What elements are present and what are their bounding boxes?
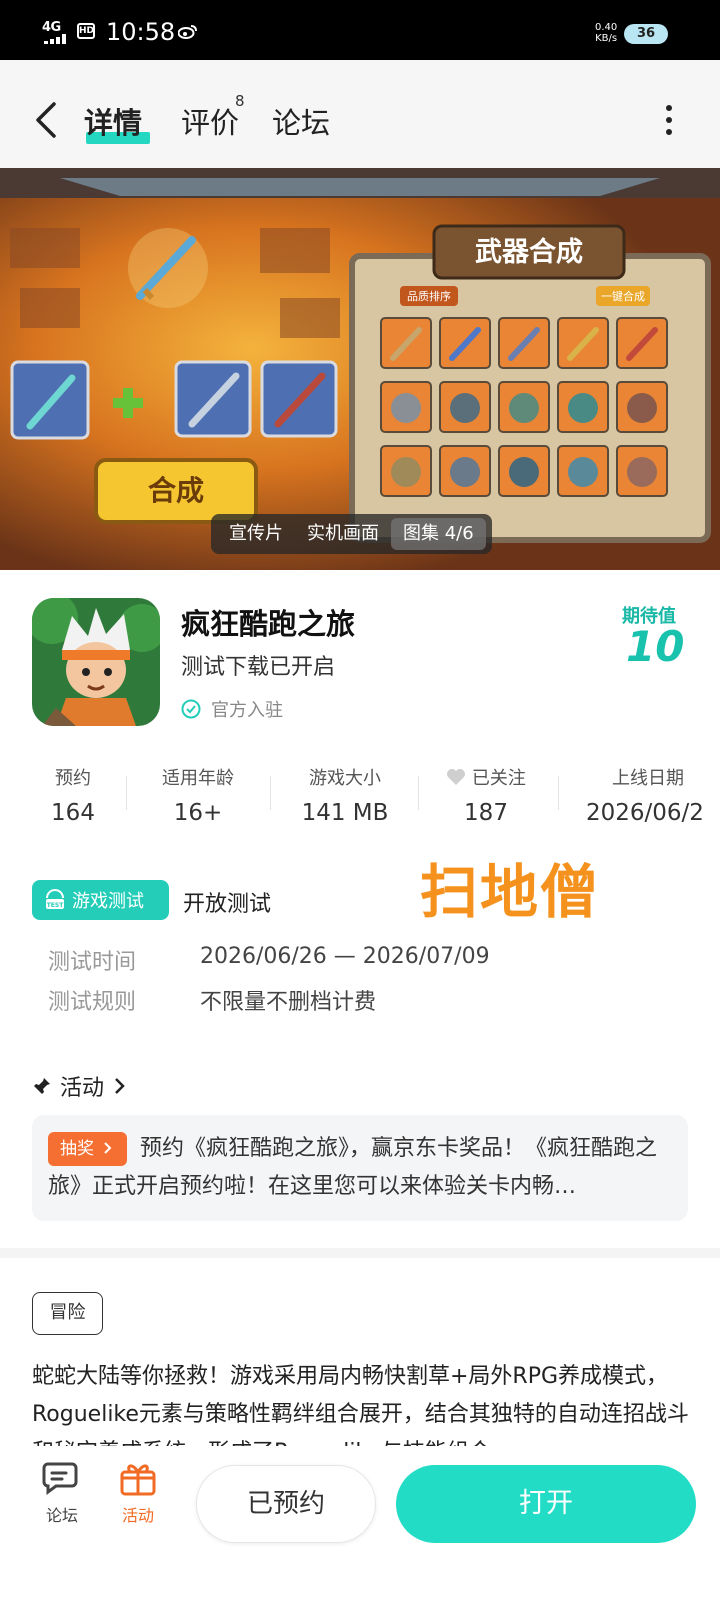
weibo-icon bbox=[178, 25, 197, 39]
activity-header[interactable]: 活动 bbox=[32, 1070, 136, 1102]
stat-value: 187 bbox=[464, 800, 508, 826]
stat-release-date: 上线日期 2026/06/2 bbox=[584, 764, 720, 826]
genre-tag[interactable]: 冒险 bbox=[32, 1292, 103, 1335]
stat-label: 预约 bbox=[55, 768, 91, 789]
activity-title: 活动 bbox=[60, 1076, 105, 1101]
app-icon bbox=[32, 598, 160, 726]
weapon-grid-item bbox=[627, 457, 657, 487]
weapon-grid-item bbox=[568, 457, 598, 487]
weapon-grid bbox=[380, 317, 668, 497]
forum-label: 论坛 bbox=[45, 1506, 78, 1525]
test-time-value: 2026/06/26 — 2026/07/09 bbox=[200, 944, 490, 969]
verified-badge: 官方入驻 bbox=[181, 696, 283, 722]
speed-unit: KB/s bbox=[595, 33, 618, 44]
weapon-grid-item bbox=[627, 393, 657, 423]
clock: 10:58 bbox=[106, 18, 176, 46]
gift-icon bbox=[120, 1464, 156, 1496]
test-type: 开放测试 bbox=[183, 892, 272, 917]
app-name: 疯狂酷跑之旅 bbox=[181, 607, 356, 641]
activity-bottom-label: 活动 bbox=[121, 1506, 154, 1525]
forum-button[interactable]: 论坛 bbox=[40, 1460, 84, 1526]
stat-reservations: 预约 164 bbox=[40, 764, 106, 826]
stat-divider bbox=[558, 776, 559, 810]
stat-followers[interactable]: 已关注 187 bbox=[436, 764, 536, 826]
tab-details[interactable]: 详情 bbox=[84, 100, 142, 142]
check-circle-icon bbox=[181, 699, 201, 719]
stat-value: 16+ bbox=[173, 800, 223, 826]
weapon-grid-item bbox=[450, 457, 480, 487]
test-icon: TEST bbox=[46, 889, 65, 909]
followers-label: 已关注 bbox=[471, 768, 526, 789]
stat-label: 上线日期 bbox=[612, 768, 684, 789]
speed-value: 0.40 bbox=[595, 22, 618, 33]
more-menu-icon[interactable] bbox=[665, 104, 673, 136]
stat-value: 164 bbox=[51, 800, 95, 826]
weapon-grid-item bbox=[509, 393, 539, 423]
activity-text: 预约《疯狂酷跑之旅》，赢京东卡奖品！《疯狂酷跑之旅》正式开启预约啦！在这里您可以… bbox=[48, 1136, 658, 1199]
svg-text:TEST: TEST bbox=[47, 902, 65, 909]
tab-reviews[interactable]: 评价 bbox=[181, 100, 239, 142]
chevron-right-icon bbox=[115, 1078, 125, 1094]
activity-button[interactable]: 活动 bbox=[116, 1460, 160, 1526]
reserved-button[interactable]: 已预约 bbox=[196, 1465, 376, 1543]
game-test-badge: TEST 游戏测试 bbox=[32, 880, 169, 920]
top-nav: 详情 评价 8 论坛 bbox=[0, 60, 720, 168]
test-badge-label: 游戏测试 bbox=[72, 891, 144, 912]
stat-age: 适用年龄 16+ bbox=[148, 764, 248, 826]
signal-indicator: 4G bbox=[42, 20, 61, 35]
weapon-grid-item bbox=[568, 393, 598, 423]
test-rule-value: 不限量不删档计费 bbox=[200, 990, 377, 1015]
chevron-right-icon bbox=[104, 1142, 112, 1154]
weapon-grid-item bbox=[391, 457, 421, 487]
forum-chat-icon bbox=[42, 1462, 78, 1495]
media-tab-trailer[interactable]: 宣传片 bbox=[217, 518, 295, 550]
battery-indicator: 36 bbox=[624, 24, 668, 44]
stat-size: 游戏大小 141 MB bbox=[290, 764, 400, 826]
hd-icon: HD bbox=[77, 23, 95, 39]
expectation-value: 10 bbox=[626, 622, 685, 671]
tab-forum[interactable]: 论坛 bbox=[272, 100, 330, 142]
stat-divider bbox=[126, 776, 127, 810]
pin-icon bbox=[34, 1078, 50, 1094]
stat-label: 已关注 bbox=[436, 764, 536, 790]
status-bar: 4G HD 10:58 0.40 KB/s 36 bbox=[0, 0, 720, 60]
heart-icon bbox=[447, 769, 466, 785]
test-rule-label: 测试规则 bbox=[48, 990, 137, 1015]
stat-divider bbox=[418, 776, 419, 810]
stat-label: 适用年龄 bbox=[162, 768, 234, 789]
weapon-slot bbox=[10, 360, 90, 440]
weapon-grid-item bbox=[391, 393, 421, 423]
app-subtitle: 测试下载已开启 bbox=[181, 655, 336, 680]
sort-label: 品质排序 bbox=[407, 289, 451, 303]
banner-title-badge: 武器合成 bbox=[475, 236, 583, 268]
stat-label: 游戏大小 bbox=[309, 768, 381, 789]
merge-button-label: 合成 bbox=[148, 474, 204, 507]
section-divider bbox=[0, 1248, 720, 1258]
media-tabs: 宣传片 实机画面 图集 4/6 bbox=[211, 514, 492, 554]
watermark-text: 扫地僧 bbox=[420, 858, 601, 926]
stat-value: 141 MB bbox=[301, 800, 389, 826]
game-description: 蛇蛇大陆等你拯救！游戏采用局内畅快割草+局外RPG养成模式，Roguelike元… bbox=[32, 1364, 689, 1446]
signal-bars-icon bbox=[44, 34, 66, 44]
lottery-label: 抽奖 bbox=[60, 1139, 94, 1159]
reviews-count-badge: 8 bbox=[235, 92, 245, 110]
open-button[interactable]: 打开 bbox=[396, 1465, 696, 1543]
merge-all-label: 一键合成 bbox=[601, 289, 645, 303]
back-arrow-icon[interactable] bbox=[30, 100, 60, 140]
weapon-grid-item bbox=[509, 457, 539, 487]
weapon-grid-item bbox=[450, 393, 480, 423]
screenshot-banner[interactable]: 合成 武器合成 品质排序 一键合成 bbox=[0, 168, 720, 570]
stat-value: 2026/06/2 bbox=[586, 800, 704, 826]
lottery-badge: 抽奖 bbox=[48, 1132, 127, 1166]
game-character-icon bbox=[32, 598, 160, 726]
network-speed: 0.40 KB/s bbox=[595, 22, 617, 44]
media-tab-gallery[interactable]: 图集 4/6 bbox=[391, 518, 486, 550]
media-tab-gameplay[interactable]: 实机画面 bbox=[295, 518, 391, 550]
stat-divider bbox=[270, 776, 271, 810]
game-screenshot-art: 合成 武器合成 品质排序 一键合成 bbox=[0, 168, 720, 570]
test-time-label: 测试时间 bbox=[48, 950, 137, 975]
verified-label: 官方入驻 bbox=[211, 700, 283, 721]
